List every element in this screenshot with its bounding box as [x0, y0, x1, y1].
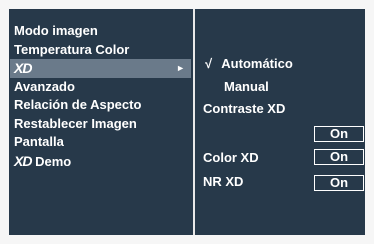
- menu-item-label: Demo: [35, 153, 72, 169]
- contraste-xd-label: Contraste XD: [203, 101, 286, 116]
- menu-item-modo-imagen[interactable]: Modo imagen: [14, 22, 191, 41]
- menu-item-label: Temperatura Color: [14, 41, 130, 57]
- menu-item-xd-demo[interactable]: XD Demo: [14, 152, 191, 171]
- menu-item-avanzado[interactable]: Avanzado: [14, 78, 191, 97]
- menu-item-label: Avanzado: [14, 78, 75, 94]
- submenu-arrow-icon: ►: [176, 63, 185, 73]
- xd-logo: XD: [14, 60, 32, 76]
- menu-item-xd[interactable]: XD ►: [10, 59, 191, 78]
- menu-item-label: Restablecer Imagen: [14, 115, 137, 131]
- color-xd-label: Color XD: [203, 150, 259, 165]
- menu-item-pantalla[interactable]: Pantalla: [14, 133, 191, 152]
- menu-item-label: Relación de Aspecto: [14, 97, 142, 112]
- menu-item-restablecer-imagen[interactable]: Restablecer Imagen: [14, 115, 191, 134]
- xd-submenu: √ Automático Manual Contraste XD On Colo…: [195, 9, 365, 235]
- menu-item-label: Pantalla: [14, 134, 64, 149]
- picture-menu: Modo imagen Temperatura Color XD ► Avanz…: [10, 22, 191, 171]
- nr-xd-label: NR XD: [203, 174, 244, 189]
- xd-logo: XD: [14, 152, 32, 169]
- checkmark-icon: √: [205, 56, 213, 71]
- contraste-xd-toggle[interactable]: On: [314, 126, 364, 142]
- nr-xd-toggle[interactable]: On: [314, 175, 364, 191]
- option-label: Manual: [224, 79, 269, 94]
- menu-item-label: Modo imagen: [14, 23, 98, 38]
- menu-item-temperatura-color[interactable]: Temperatura Color: [14, 41, 191, 60]
- option-manual[interactable]: Manual: [224, 79, 269, 94]
- option-automatico[interactable]: √ Automático: [205, 56, 293, 71]
- menu-item-relacion-aspecto[interactable]: Relación de Aspecto: [14, 96, 191, 115]
- option-label: Automático: [221, 56, 293, 71]
- color-xd-toggle[interactable]: On: [314, 149, 364, 165]
